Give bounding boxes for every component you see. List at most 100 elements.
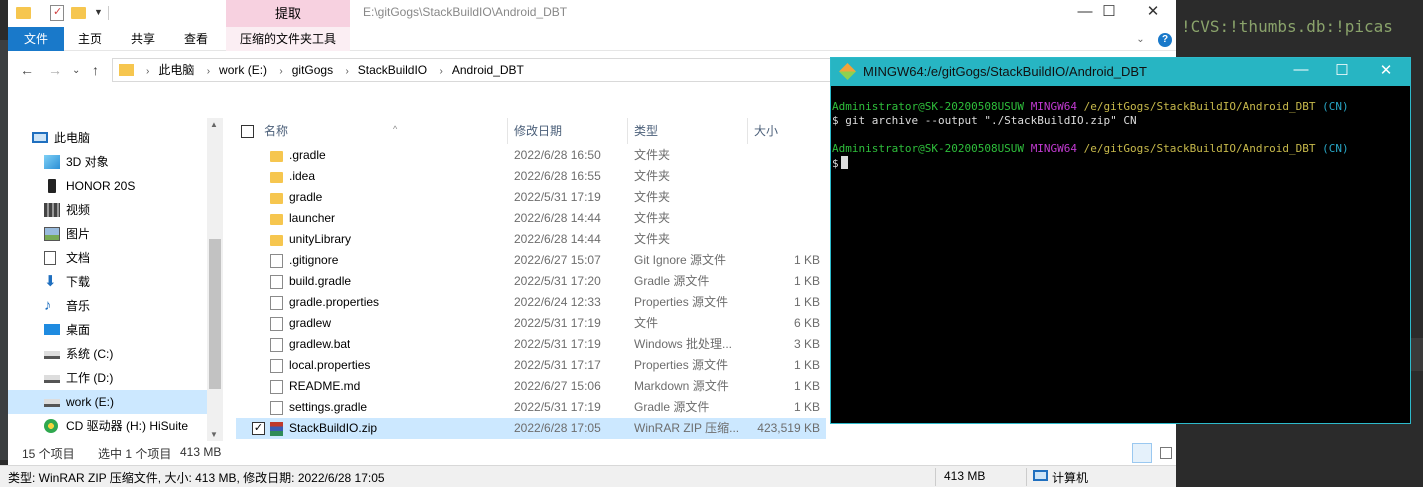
details-view-icon[interactable] [1132,443,1152,463]
file-row[interactable]: build.gradle 2022/5/31 17:20 Gradle 源文件 1 K… [236,271,826,292]
customize-toolbar-arrow-icon[interactable]: ▼ [94,7,103,23]
column-header-date[interactable]: 修改日期 [508,118,628,144]
file-row[interactable]: gradle 2022/5/31 17:19 文件夹 [236,187,826,208]
back-arrow-icon[interactable]: ← [20,62,34,78]
expand-ribbon-icon[interactable]: ⌄ [1136,34,1144,45]
file-date: 2022/6/27 15:07 [514,253,601,267]
window-path-title: E:\gitGogs\StackBuildIO\Android_DBT [363,5,568,19]
context-group-extract[interactable]: 提取 [226,0,350,27]
sidebar-item[interactable]: 桌面 [8,318,207,342]
file-type: 文件夹 [634,148,671,162]
file-icon [270,317,283,331]
sidebar-item[interactable]: 工作 (D:) [8,366,207,390]
column-header-size[interactable]: 大小 [748,118,826,144]
up-arrow-icon[interactable]: ↑ [92,62,99,78]
terminal-output[interactable]: Administrator@SK-20200508USUW MINGW64 /e… [832,100,1349,171]
sidebar-item[interactable]: 系统 (C:) [8,342,207,366]
scroll-down-icon[interactable]: ▼ [210,430,218,439]
tab-view[interactable]: 查看 [176,27,216,51]
file-icon [270,359,283,373]
file-row[interactable]: .gitignore 2022/6/27 15:07 Git Ignore 源文件 1… [236,250,826,271]
terminal-maximize-button[interactable]: ☐ [1322,61,1362,79]
item-count: 15 个项目 [22,447,75,461]
close-button[interactable]: ✕ [1130,0,1176,25]
file-size: 1 KB [793,400,820,414]
recent-locations-chevron-icon[interactable]: ⌄ [72,65,80,76]
terminal-minimize-button[interactable]: — [1281,61,1321,78]
forward-arrow-icon[interactable]: → [48,62,62,78]
tab-compressed-folder-tools[interactable]: 压缩的文件夹工具 [226,27,350,51]
file-row[interactable]: unityLibrary 2022/6/28 14:44 文件夹 [236,229,826,250]
file-type: 文件夹 [634,232,671,246]
file-name: launcher [289,211,336,225]
download-icon: ⬇ [44,273,57,290]
breadcrumb-chevron-icon[interactable]: › [207,66,210,77]
select-all-checkbox[interactable] [241,125,254,138]
sidebar-item[interactable]: HONOR 20S [8,174,207,198]
mingw64-terminal-window[interactable]: MINGW64:/e/gitGogs/StackBuildIO/Android_… [830,57,1411,424]
file-date: 2022/6/28 16:50 [514,148,601,162]
nav-scrollbar-thumb[interactable] [209,239,221,389]
sidebar-item[interactable]: ♪ 音乐 [8,294,207,318]
file-row[interactable]: gradle.properties 2022/6/24 12:33 Properti… [236,292,826,313]
column-header-type[interactable]: 类型 [628,118,748,144]
file-row[interactable]: ✓ StackBuildIO.zip 2022/6/28 17:05 WinRAR Z… [236,418,826,439]
file-size: 1 KB [793,253,820,267]
breadcrumb-chevron-icon[interactable]: › [345,66,348,77]
file-row[interactable]: .gradle 2022/6/28 16:50 文件夹 [236,145,826,166]
breadcrumb-gitgogs[interactable]: gitGogs [292,63,333,77]
file-size: 3 KB [793,337,820,351]
file-row[interactable]: local.properties 2022/5/31 17:17 Propertie… [236,355,826,376]
file-row[interactable]: gradlew 2022/5/31 17:19 文件 6 KB [236,313,826,334]
file-date: 2022/6/24 12:33 [514,295,601,309]
file-row[interactable]: settings.gradle 2022/5/31 17:19 Gradle 源文件… [236,397,826,418]
file-size: 1 KB [793,358,820,372]
ide-scrollbar [1410,338,1423,371]
file-size: 423,519 KB [757,421,820,435]
sidebar-item[interactable]: CD 驱动器 (H:) HiSuite [8,414,207,438]
breadcrumb-android-dbt[interactable]: Android_DBT [452,63,524,77]
tab-home[interactable]: 主页 [70,27,110,51]
large-icons-view-icon[interactable] [1156,443,1176,463]
sidebar-item[interactable]: 视频 [8,198,207,222]
breadcrumb-stackbuildio[interactable]: StackBuildIO [358,63,427,77]
sidebar-item[interactable]: 3D 对象 [8,150,207,174]
file-size-text: 413 MB [944,469,986,483]
file-row[interactable]: README.md 2022/6/27 15:06 Markdown 源文件 1 KB [236,376,826,397]
breadcrumb-chevron-icon[interactable]: › [146,66,149,77]
properties-icon[interactable] [50,5,64,21]
breadcrumb-chevron-icon[interactable]: › [279,66,282,77]
computer-icon [1033,470,1048,481]
file-row[interactable]: .idea 2022/6/28 16:55 文件夹 [236,166,826,187]
sidebar-item[interactable]: work (E:) [8,390,207,414]
tab-share[interactable]: 共享 [123,27,163,51]
sidebar-item[interactable]: 图片 [8,222,207,246]
folder-icon [270,235,283,246]
sidebar-item-label: 此电脑 [54,131,91,145]
sidebar-item[interactable]: ⬇ 下载 [8,270,207,294]
scroll-up-icon[interactable]: ▲ [210,120,218,129]
row-checkbox[interactable]: ✓ [252,422,265,435]
breadcrumb-this-pc[interactable]: 此电脑 [158,63,194,77]
file-type: Windows 批处理... [634,337,733,351]
column-header-name[interactable]: 名称 ^ [258,118,508,144]
sidebar-item[interactable]: 文档 [8,246,207,270]
breadcrumb-work-drive[interactable]: work (E:) [219,63,267,77]
breadcrumb-chevron-icon[interactable]: › [440,66,443,77]
file-row[interactable]: launcher 2022/6/28 14:44 文件夹 [236,208,826,229]
nav-scrollbar[interactable]: ▲ ▼ [207,118,223,441]
terminal-close-button[interactable]: ✕ [1366,61,1406,79]
tab-file[interactable]: 文件 [8,27,64,51]
file-size: 1 KB [793,295,820,309]
sidebar-item[interactable]: 此电脑 [8,126,207,150]
maximize-button[interactable]: ☐ [1086,0,1132,25]
new-folder-icon[interactable] [71,7,86,19]
terminal-title: MINGW64:/e/gitGogs/StackBuildIO/Android_… [863,64,1147,79]
help-icon[interactable]: ? [1158,33,1172,47]
file-date: 2022/5/31 17:19 [514,400,601,414]
sidebar-item-label: work (E:) [66,395,114,409]
cd-drive-icon [44,419,58,433]
file-name: README.md [289,379,361,393]
file-row[interactable]: gradlew.bat 2022/5/31 17:19 Windows 批处理...… [236,334,826,355]
sidebar-item-label: 音乐 [66,299,91,313]
